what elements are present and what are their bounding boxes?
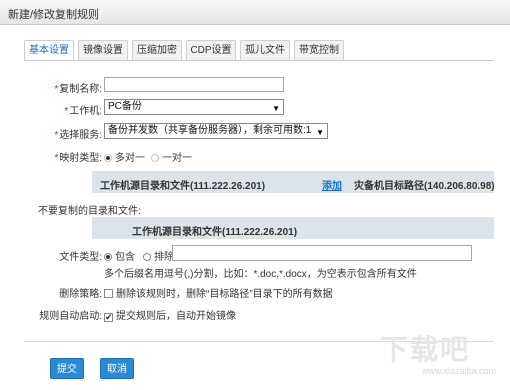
radio-icon <box>143 253 151 261</box>
name-input[interactable] <box>104 77 284 92</box>
watermark-text: 下载吧 <box>380 334 471 365</box>
chevron-down-icon: ▼ <box>316 128 324 137</box>
radio-icon <box>104 154 112 162</box>
checkbox-checked-icon[interactable]: ✔ <box>104 313 113 322</box>
filetype-hint: 多个后缀名用逗号(,)分割，比如：*.doc,*.docx，为空表示包含所有文件 <box>104 269 417 280</box>
radio-icon <box>104 253 112 261</box>
tab-bandwidth[interactable]: 带宽控制 <box>294 40 344 60</box>
radio-icon <box>151 154 159 162</box>
name-label: *复制名称: <box>54 84 102 95</box>
target-path-header-text: 灾备机目标路径(140.206.80.98) <box>354 181 495 192</box>
service-label: *选择服务: <box>54 130 102 141</box>
delete-policy-option[interactable]: 删除该规则时，删除“目标路径”目录下的所有数据 <box>104 285 333 300</box>
machine-select[interactable]: PC备份 ▼ <box>104 99 284 115</box>
mapping-option-one-to-one[interactable]: 一对一 <box>151 149 192 164</box>
filetype-exclude-option[interactable]: 排除 <box>143 248 174 263</box>
mapping-label: *映射类型: <box>54 153 102 164</box>
tab-compress-encrypt[interactable]: 压缩加密 <box>132 40 182 60</box>
add-link[interactable]: 添加 <box>322 177 342 192</box>
machine-select-value: PC备份 <box>108 101 142 112</box>
exclude-header-text: 工作机源目录和文件(111.222.26.201) <box>132 227 298 238</box>
chevron-down-icon: ▼ <box>272 104 280 113</box>
window-title: 新建/修改复制规则 <box>8 9 100 21</box>
submit-button[interactable]: 提交 <box>50 358 84 379</box>
exclude-label: 不要复制的目录和文件: <box>38 206 141 217</box>
service-select[interactable]: 备份并发数（共享备份服务器），剩余可用数:1 ▼ <box>104 123 328 139</box>
filetype-input[interactable] <box>172 245 472 261</box>
watermark-url: www.xiazaiba.com <box>422 366 497 376</box>
tab-cdp[interactable]: CDP设置 <box>186 40 236 60</box>
mapping-option-many-to-one[interactable]: 多对一 <box>104 149 145 164</box>
cancel-button[interactable]: 取消 <box>100 358 134 379</box>
tab-mirror[interactable]: 镜像设置 <box>78 40 128 60</box>
auto-start-label: 规则自动启动: <box>39 311 102 322</box>
source-dir-header-text: 工作机源目录和文件(111.222.26.201) <box>100 181 266 192</box>
tab-orphan-files[interactable]: 孤儿文件 <box>240 40 290 60</box>
tab-divider <box>24 60 494 61</box>
title-bar: 新建/修改复制规则 <box>0 0 510 25</box>
service-select-value: 备份并发数（共享备份服务器），剩余可用数:1 <box>108 125 312 136</box>
watermark-logo: 下载吧 www.xiazaiba.com <box>380 328 500 378</box>
machine-label: *工作机: <box>64 106 102 117</box>
tab-basic[interactable]: 基本设置 <box>24 40 74 61</box>
checkbox-icon[interactable] <box>104 289 113 298</box>
delete-policy-label: 删除策略: <box>59 289 102 300</box>
filetype-label: 文件类型: <box>59 252 102 263</box>
auto-start-option[interactable]: ✔ 提交规则后，自动开始镜像 <box>104 307 236 322</box>
filetype-include-option[interactable]: 包含 <box>104 248 135 263</box>
